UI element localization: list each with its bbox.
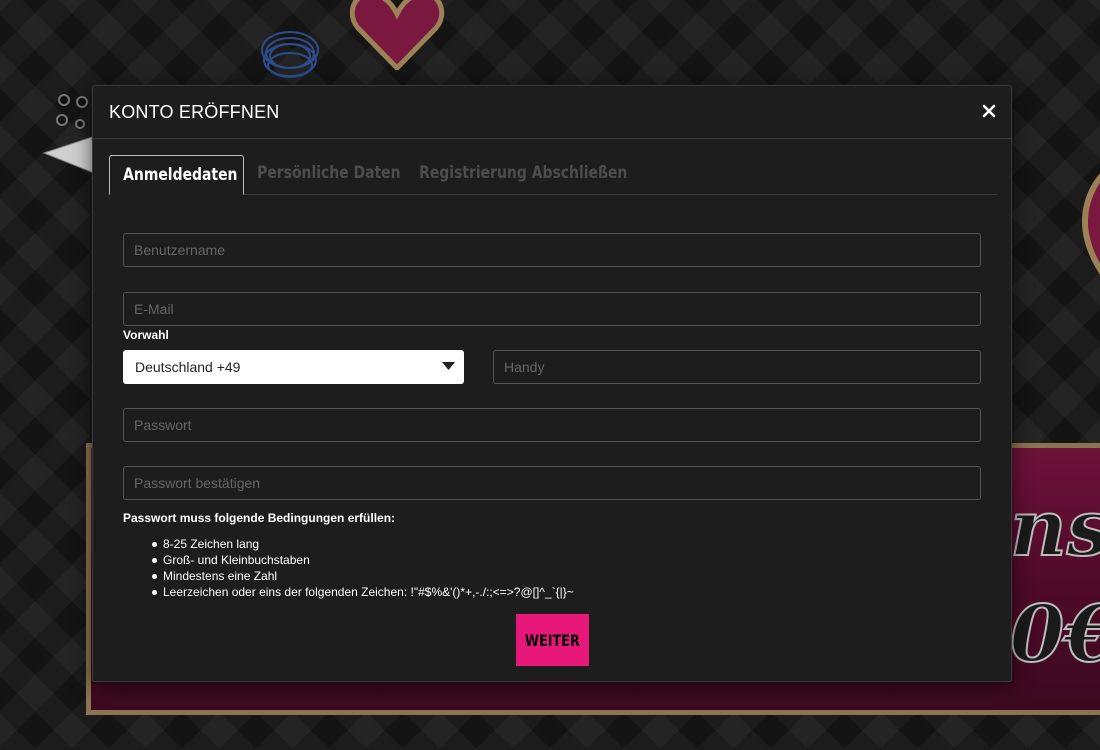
- username-field[interactable]: [123, 233, 981, 267]
- card-corner-decoration-icon: [42, 136, 95, 174]
- password-field[interactable]: [123, 408, 981, 442]
- close-icon[interactable]: [981, 103, 997, 119]
- tab-label: Persönliche Daten: [257, 163, 401, 183]
- chip-decoration-icon: [261, 31, 319, 78]
- weiter-button[interactable]: WEITER: [516, 614, 589, 666]
- tab-anmeldedaten[interactable]: Anmeldedaten: [109, 155, 244, 195]
- weiter-button-label: WEITER: [525, 630, 580, 650]
- email-input[interactable]: [124, 293, 980, 325]
- mobile-field[interactable]: [493, 350, 981, 384]
- heart-decoration-icon: [350, 0, 445, 70]
- prefix-label: Vorwahl: [123, 328, 169, 342]
- chevron-down-icon: [442, 362, 455, 370]
- mobile-input[interactable]: [494, 351, 980, 383]
- tab-label: Registrierung Abschließen: [419, 163, 628, 183]
- username-input[interactable]: [124, 234, 980, 266]
- password-rule-item: 8-25 Zeichen lang: [152, 536, 574, 552]
- modal-header: KONTO ERÖFFNEN: [93, 86, 1011, 139]
- modal-title: KONTO ERÖFFNEN: [109, 102, 280, 122]
- password-rules-title: Passwort muss folgende Bedingungen erfül…: [123, 511, 396, 525]
- heart-right-decoration-icon: [1082, 173, 1100, 275]
- tab-persoenliche-daten[interactable]: Persönliche Daten: [244, 154, 406, 194]
- tab-label: Anmeldedaten: [123, 165, 238, 185]
- password-input[interactable]: [124, 409, 980, 441]
- registration-modal: KONTO ERÖFFNEN Anmeldedaten Persönliche …: [92, 85, 1012, 682]
- registration-tabs: Anmeldedaten Persönliche Daten Registrie…: [109, 155, 997, 195]
- country-prefix-value: Deutschland +49: [135, 359, 241, 375]
- promo-banner-text: ns 0€: [1010, 490, 1100, 680]
- password-rule-item: Mindestens eine Zahl: [152, 568, 574, 584]
- password-confirm-field[interactable]: [123, 466, 981, 500]
- email-field[interactable]: [123, 292, 981, 326]
- password-rule-item: Leerzeichen oder eins der folgenden Zeic…: [152, 585, 574, 599]
- password-rules-list: 8-25 Zeichen lang Groß- und Kleinbuchsta…: [152, 536, 574, 600]
- country-prefix-select[interactable]: Deutschland +49: [123, 350, 464, 384]
- password-confirm-input[interactable]: [124, 467, 980, 499]
- password-rule-item: Groß- und Kleinbuchstaben: [152, 552, 574, 568]
- tab-registrierung-abschliessen[interactable]: Registrierung Abschließen: [406, 154, 628, 194]
